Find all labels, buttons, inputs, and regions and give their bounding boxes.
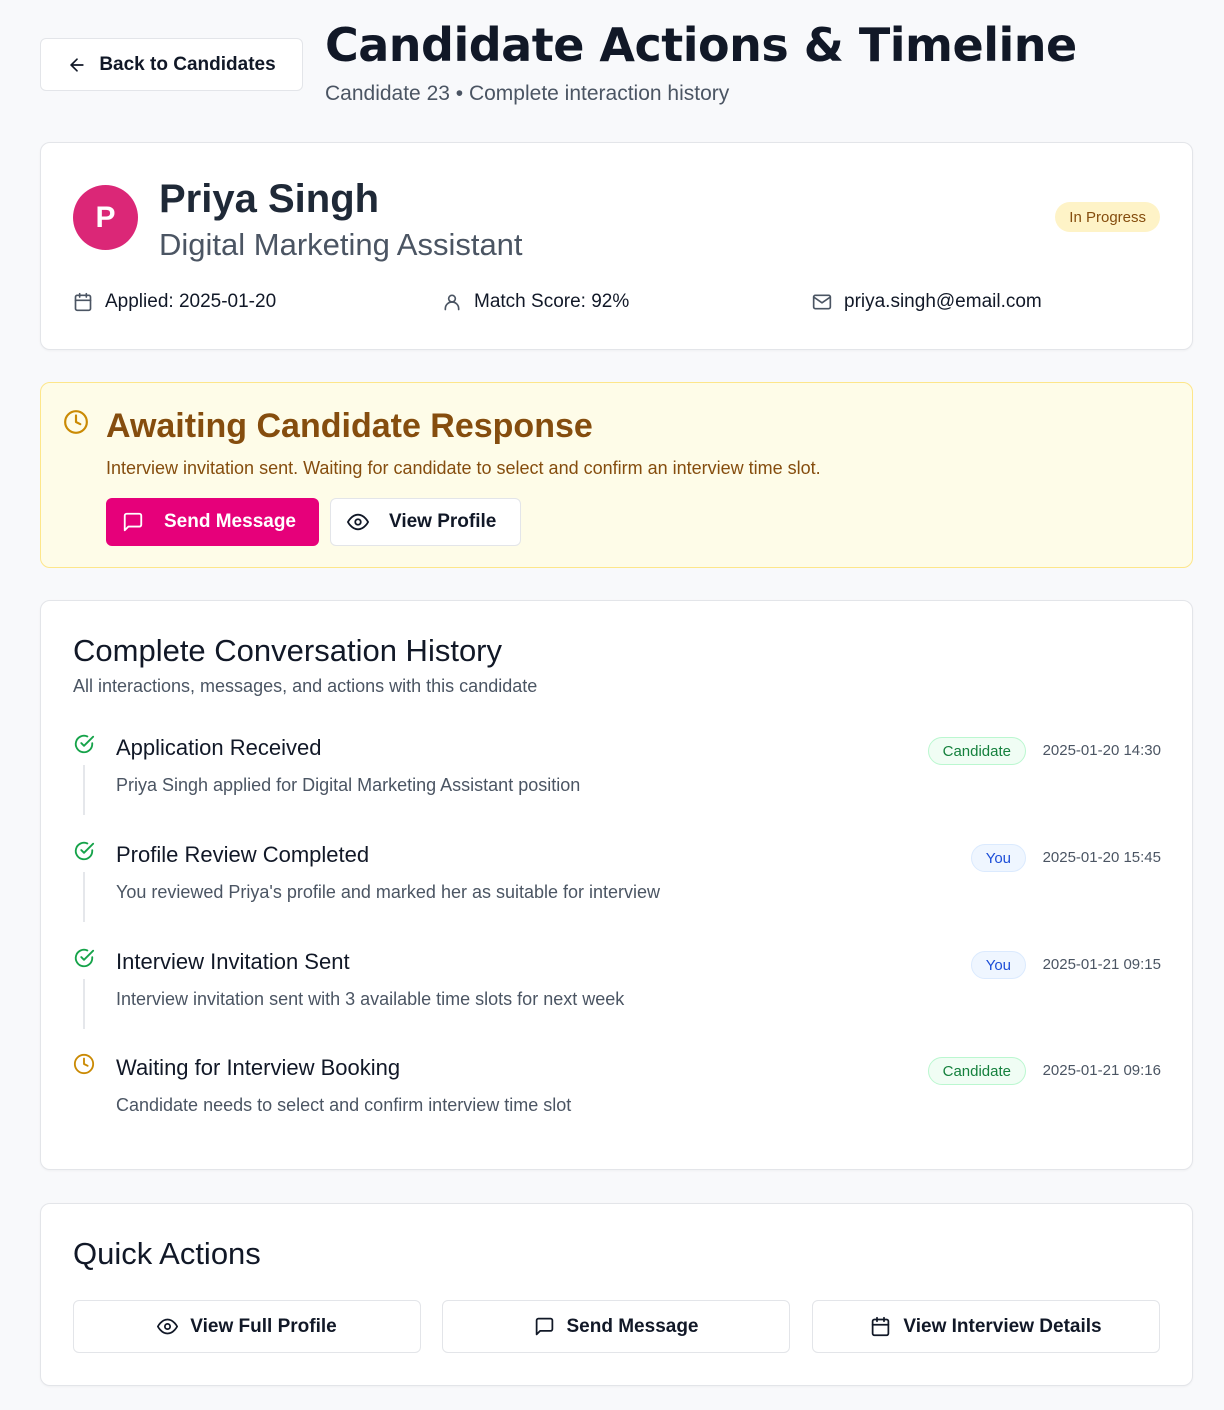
quick-actions-card: Quick Actions View Full Profile Send Mes… (40, 1203, 1193, 1386)
alert-title: Awaiting Candidate Response (106, 407, 593, 445)
quick-actions-title: Quick Actions (73, 1236, 261, 1271)
quick-send-message-label: Send Message (566, 1315, 699, 1337)
timeline-timestamp: 2025-01-20 14:30 (1042, 742, 1161, 759)
send-message-button[interactable]: Send Message (106, 498, 319, 546)
back-button-label: Back to Candidates (99, 53, 276, 75)
check-circle-icon (74, 948, 95, 968)
view-full-profile-button[interactable]: View Full Profile (73, 1300, 421, 1353)
page-title: Candidate Actions & Timeline (325, 18, 1077, 72)
conversation-history-card: Complete Conversation History All intera… (40, 600, 1193, 1170)
awaiting-response-alert: Awaiting Candidate Response Interview in… (40, 382, 1193, 568)
timeline-description: You reviewed Priya's profile and marked … (116, 882, 661, 902)
view-full-profile-label: View Full Profile (190, 1315, 337, 1337)
timeline-item: Interview Invitation Sent Interview invi… (73, 945, 1161, 1041)
actor-badge: Candidate (927, 1057, 1026, 1085)
match-score-text: Match Score: 92% (474, 291, 630, 312)
timeline-connector (83, 765, 85, 815)
calendar-icon (74, 292, 92, 312)
eye-icon (347, 513, 369, 531)
timeline-title: Waiting for Interview Booking (116, 1055, 401, 1080)
applied-date: Applied: 2025-01-20 (73, 291, 276, 313)
candidate-name: Priya Singh (159, 177, 380, 221)
timeline-timestamp: 2025-01-21 09:15 (1042, 956, 1161, 973)
actor-badge: Candidate (927, 737, 1026, 765)
clock-icon (73, 1053, 95, 1075)
view-profile-button[interactable]: View Profile (330, 498, 521, 546)
arrow-left-icon (70, 57, 84, 72)
timeline-connector (83, 872, 85, 922)
timeline-title: Interview Invitation Sent (116, 949, 350, 974)
mail-icon (812, 294, 832, 310)
send-message-label: Send Message (164, 511, 296, 532)
message-icon (123, 512, 143, 532)
view-profile-label: View Profile (389, 511, 497, 532)
user-icon (444, 294, 460, 311)
timeline-description: Interview invitation sent with 3 availab… (116, 989, 625, 1009)
timeline-connector (83, 979, 85, 1029)
timeline-title: Profile Review Completed (116, 842, 370, 867)
actor-badge: You (970, 844, 1026, 872)
actor-badge: You (970, 951, 1026, 979)
eye-icon (157, 1318, 179, 1335)
calendar-icon (872, 1316, 890, 1337)
clock-icon (64, 410, 88, 434)
timeline-description: Candidate needs to select and confirm in… (116, 1095, 572, 1115)
history-subtitle: All interactions, messages, and actions … (73, 676, 538, 696)
applied-date-text: Applied: 2025-01-20 (105, 291, 277, 312)
timeline-timestamp: 2025-01-21 09:16 (1042, 1062, 1161, 1079)
match-score: Match Score: 92% (442, 291, 629, 313)
check-circle-icon (74, 734, 95, 754)
message-icon (535, 1317, 553, 1336)
history-title: Complete Conversation History (73, 633, 503, 668)
view-interview-details-label: View Interview Details (903, 1315, 1102, 1337)
timeline-item: Profile Review Completed You reviewed Pr… (73, 838, 1161, 934)
quick-send-message-button[interactable]: Send Message (442, 1300, 790, 1353)
status-badge: In Progress (1055, 202, 1160, 232)
candidate-profile-card: P Priya Singh Digital Marketing Assistan… (40, 142, 1193, 350)
timeline-title: Application Received (116, 735, 322, 760)
check-circle-icon (74, 841, 95, 861)
candidate-email-text: priya.singh@email.com (844, 291, 1042, 312)
candidate-role: Digital Marketing Assistant (159, 227, 523, 262)
back-to-candidates-button[interactable]: Back to Candidates (40, 38, 303, 91)
timeline-item: Application Received Priya Singh applied… (73, 731, 1161, 827)
alert-text: Interview invitation sent. Waiting for c… (106, 458, 821, 478)
page-subtitle: Candidate 23 • Complete interaction hist… (325, 82, 730, 105)
candidate-meta: Applied: 2025-01-20 Match Score: 92% pri… (73, 291, 1163, 319)
avatar: P (73, 185, 138, 250)
timeline-description: Priya Singh applied for Digital Marketin… (116, 775, 581, 795)
timeline-timestamp: 2025-01-20 15:45 (1042, 849, 1161, 866)
candidate-email[interactable]: priya.singh@email.com (812, 291, 1042, 313)
page-header: Back to Candidates Candidate Actions & T… (40, 18, 1184, 118)
view-interview-details-button[interactable]: View Interview Details (812, 1300, 1160, 1353)
timeline-item: Waiting for Interview Booking Candidate … (73, 1051, 1161, 1147)
